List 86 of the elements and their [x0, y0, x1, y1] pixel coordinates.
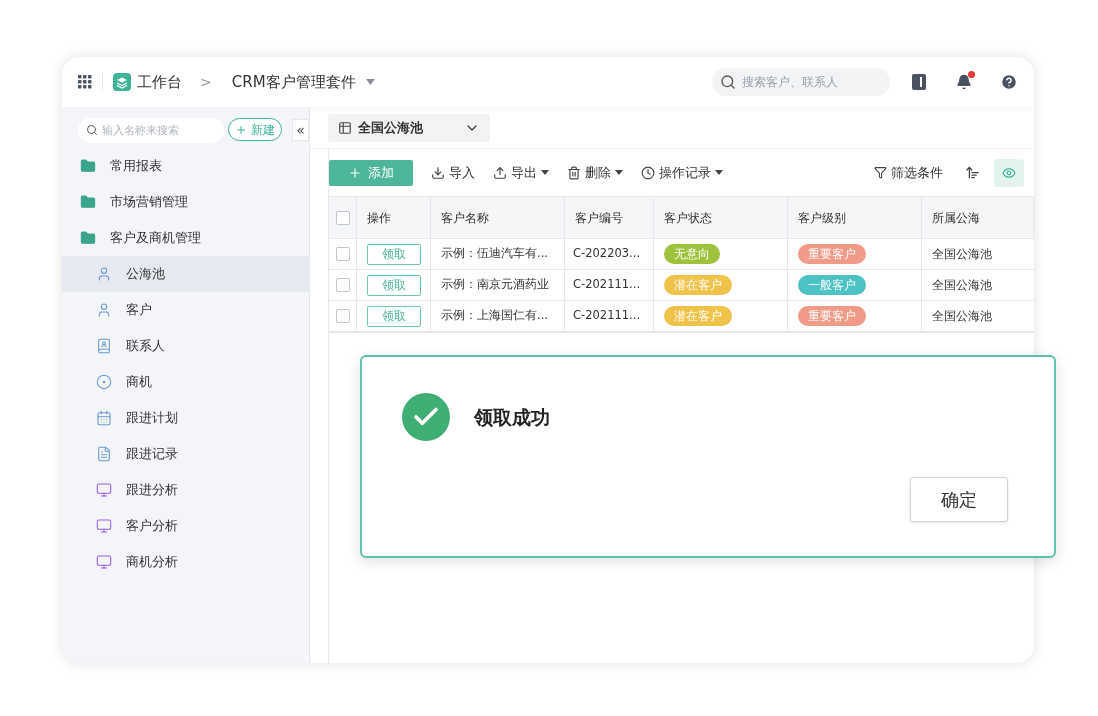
- column-header: 客户状态: [664, 209, 712, 227]
- column-header: 操作: [367, 209, 391, 227]
- checkbox[interactable]: [335, 210, 350, 225]
- toolbar-button[interactable]: 操作记录: [641, 162, 723, 183]
- sidebar-item[interactable]: 跟进计划: [62, 399, 309, 436]
- sort-icon[interactable]: [965, 165, 980, 180]
- table-cell: C-202111...: [573, 307, 641, 325]
- document-icon: [96, 445, 112, 462]
- person-icon: [96, 265, 112, 282]
- notification-bell-icon[interactable]: [956, 74, 972, 90]
- calendar-icon: [96, 409, 112, 426]
- checkbox[interactable]: [335, 247, 350, 261]
- column-header: 客户名称: [441, 209, 489, 227]
- notebook-icon[interactable]: [912, 74, 926, 90]
- sidebar-item[interactable]: 跟进记录: [62, 435, 309, 472]
- table-cell: 示例：南京元酒药业: [441, 276, 549, 294]
- table-cell-text: 全国公海池: [932, 246, 992, 263]
- checkbox[interactable]: [335, 309, 350, 323]
- table-cell: 示例：上海国仁有...: [441, 307, 548, 325]
- tag: 潜在客户: [664, 275, 732, 295]
- monitor-chart-icon: [96, 481, 112, 498]
- contact-book-icon: [96, 337, 112, 354]
- caret-icon: [615, 170, 623, 175]
- apps-grid-icon[interactable]: [78, 75, 92, 89]
- plus-icon: [348, 165, 362, 180]
- sidebar-item[interactable]: 常用报表: [62, 147, 309, 184]
- tag: 重要客户: [798, 306, 866, 326]
- breadcrumb-separator: >: [200, 72, 212, 92]
- sidebar-item[interactable]: 市场营销管理: [62, 183, 309, 220]
- download-icon: [431, 165, 445, 180]
- app-title[interactable]: CRM客户管理套件: [231, 70, 356, 94]
- tag: 重要客户: [798, 244, 866, 264]
- collapse-button[interactable]: «: [292, 118, 309, 141]
- sidebar-item[interactable]: 客户及商机管理: [62, 219, 309, 256]
- caret-icon: [541, 170, 549, 175]
- caret-icon[interactable]: [365, 79, 375, 85]
- confirm-button[interactable]: 确定: [910, 477, 1008, 522]
- search-icon: [86, 123, 98, 136]
- trash-icon: [567, 165, 581, 180]
- workspace-link[interactable]: 工作台: [137, 70, 182, 94]
- monitor-chart-icon: [96, 517, 112, 534]
- tag: 潜在客户: [664, 306, 732, 326]
- toolbar-button[interactable]: 导出: [493, 162, 549, 183]
- view-toggle-button[interactable]: [994, 158, 1024, 187]
- sidebar-item[interactable]: 客户: [62, 291, 309, 328]
- upload-icon: [493, 165, 507, 180]
- folder-icon: [80, 193, 96, 210]
- help-icon[interactable]: [1000, 73, 1018, 91]
- search-icon: [720, 74, 736, 90]
- sidebar-item[interactable]: 商机分析: [62, 543, 309, 580]
- column-header: 客户编号: [575, 209, 623, 227]
- stacked-layers-logo-icon: [113, 73, 131, 91]
- plus-icon: [235, 123, 248, 136]
- eye-icon: [1002, 165, 1016, 180]
- search-field[interactable]: 搜索客户、联系人: [712, 68, 890, 96]
- table-cell-text: 全国公海池: [932, 277, 992, 294]
- column-header: 所属公海: [932, 209, 980, 227]
- target-icon: [96, 373, 112, 390]
- column-header: 客户级别: [798, 209, 846, 227]
- filter-icon: [874, 166, 887, 179]
- sidebar-item[interactable]: 跟进分析: [62, 471, 309, 508]
- view-selector[interactable]: 全国公海池: [328, 113, 490, 142]
- sidebar-item[interactable]: 客户分析: [62, 507, 309, 544]
- sidebar-item[interactable]: 商机: [62, 363, 309, 400]
- sidebar-item[interactable]: 联系人: [62, 327, 309, 364]
- table-cell: 示例：伍迪汽车有...: [441, 245, 548, 263]
- sidebar-search-field[interactable]: 输入名称来搜索: [78, 117, 224, 143]
- person-icon: [96, 301, 112, 318]
- table-cell: C-202203...: [573, 245, 641, 263]
- toolbar-button[interactable]: 导入: [431, 162, 475, 183]
- caret-icon: [715, 170, 723, 175]
- monitor-chart-icon: [96, 553, 112, 570]
- checkbox[interactable]: [335, 278, 350, 292]
- table-cell-text: 全国公海池: [932, 308, 992, 325]
- tag: 一般客户: [798, 275, 866, 295]
- table-icon: [338, 120, 352, 135]
- toolbar-button[interactable]: 删除: [567, 162, 623, 183]
- table-cell: C-202111...: [573, 276, 641, 294]
- clock-icon: [641, 165, 655, 180]
- folder-icon: [80, 157, 96, 174]
- tag: 无意向: [664, 244, 720, 264]
- sidebar-item[interactable]: 公海池: [62, 255, 309, 292]
- filter-button[interactable]: 筛选条件: [874, 162, 943, 183]
- folder-icon: [80, 229, 96, 246]
- success-check-icon: [402, 393, 450, 441]
- dialog-message: 领取成功: [474, 404, 550, 430]
